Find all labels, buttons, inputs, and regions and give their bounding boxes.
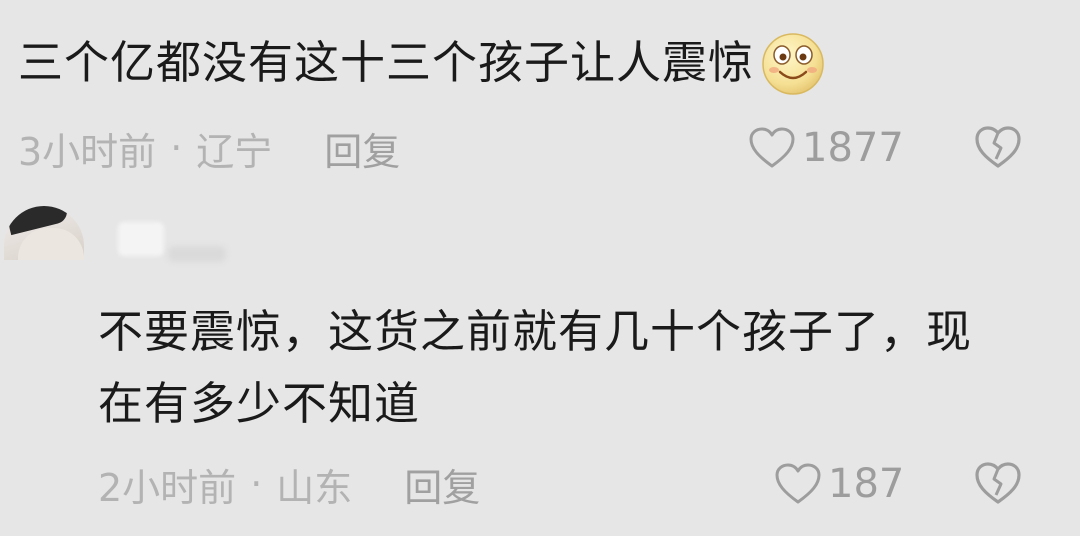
reply-comment-meta: 2小时前 · 山东 回复 bbox=[98, 458, 480, 510]
comment-location: 辽宁 bbox=[196, 129, 273, 174]
reply-button[interactable]: 回复 bbox=[404, 457, 480, 512]
meta-separator: · bbox=[170, 126, 183, 170]
reply-button[interactable]: 回复 bbox=[324, 121, 400, 176]
reply-comment-text: 不要震惊，这货之前就有几十个孩子了，现在有多少不知道 bbox=[98, 305, 973, 430]
like-count: 1877 bbox=[802, 125, 904, 171]
comment-body: 三个亿都没有这十三个孩子让人震惊 bbox=[18, 30, 826, 96]
like-count: 187 bbox=[828, 461, 905, 507]
heart-icon bbox=[775, 463, 821, 504]
like-button[interactable]: 1877 bbox=[748, 122, 904, 174]
comment-meta: 3小时前 · 辽宁 回复 bbox=[18, 122, 400, 174]
like-button[interactable]: 187 bbox=[774, 458, 904, 510]
comment-time: 3小时前 bbox=[18, 129, 157, 174]
comment-time: 2小时前 bbox=[98, 465, 237, 510]
username-blurred-secondary bbox=[168, 246, 226, 262]
comment-location: 山东 bbox=[276, 465, 353, 510]
comment-thread: 三个亿都没有这十三个孩子让人震惊 3小时前 · 辽宁 回复 1877 不要震惊，… bbox=[0, 0, 1080, 536]
meta-separator: · bbox=[250, 462, 263, 506]
broken-heart-icon[interactable] bbox=[973, 459, 1023, 509]
broken-heart-icon[interactable] bbox=[973, 123, 1023, 173]
comment-text: 三个亿都没有这十三个孩子让人震惊 bbox=[18, 36, 755, 89]
heart-icon bbox=[749, 127, 795, 168]
username-blurred bbox=[118, 222, 164, 256]
avatar[interactable] bbox=[4, 206, 84, 260]
smiling-face-emoji-icon bbox=[762, 33, 824, 95]
